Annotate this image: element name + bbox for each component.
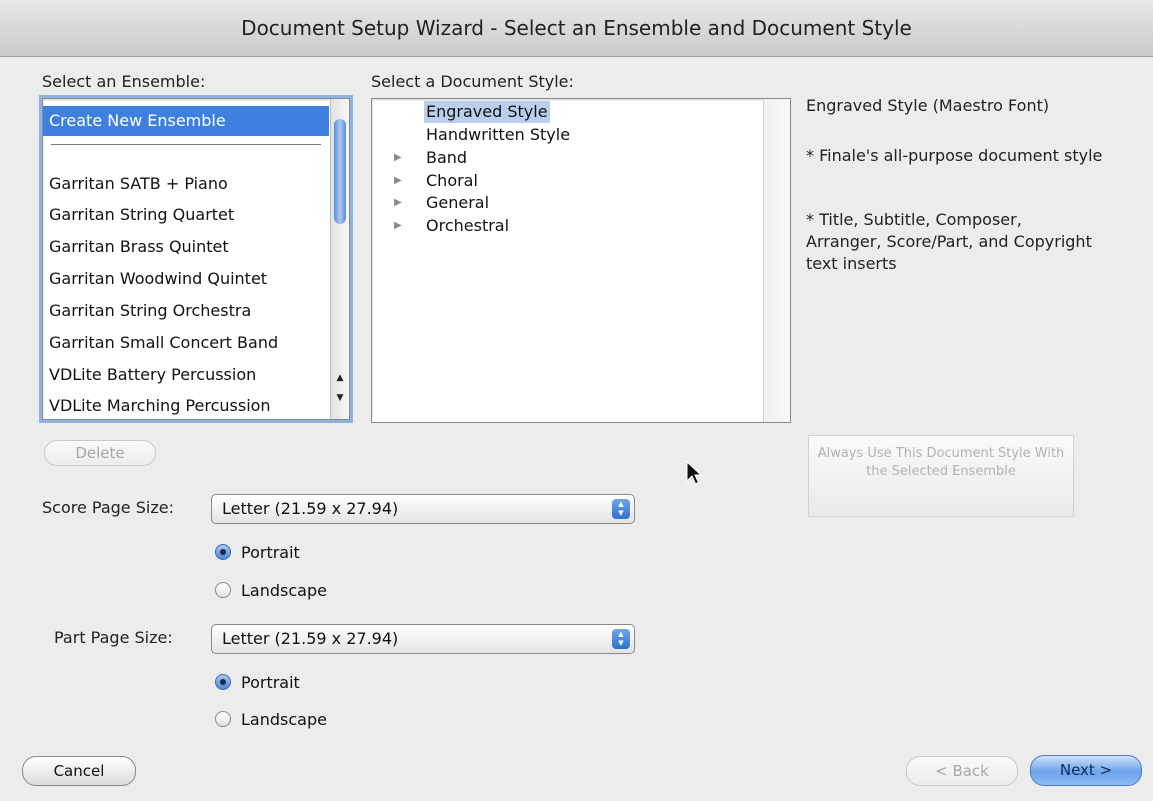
popup-stepper-icon: ▲ ▼ [612, 629, 630, 649]
delete-button[interactable]: Delete [44, 440, 156, 466]
radio-unselected-icon [215, 711, 231, 727]
popup-stepper-icon: ▲ ▼ [612, 499, 630, 519]
part-portrait-radio[interactable]: Portrait [215, 670, 300, 694]
style-item-handwritten[interactable]: Handwritten Style [426, 124, 570, 146]
window-title: Document Setup Wizard - Select an Ensemb… [0, 0, 1153, 57]
disclosure-triangle-icon[interactable]: ▶ [394, 152, 402, 163]
ensemble-scroll-thumb[interactable] [334, 119, 346, 224]
part-page-size-label: Part Page Size: [54, 628, 173, 647]
score-portrait-label: Portrait [241, 542, 300, 562]
ensemble-item[interactable]: VDLite Battery Percussion [43, 360, 329, 390]
style-folder-band[interactable]: Band [426, 147, 467, 169]
radio-selected-icon [215, 674, 231, 690]
style-folder-choral[interactable]: Choral [426, 170, 478, 192]
score-page-size-label: Score Page Size: [42, 498, 174, 517]
scroll-down-arrow-icon[interactable]: ▼ [333, 391, 347, 405]
disclosure-triangle-icon[interactable]: ▶ [394, 220, 402, 231]
style-scrollbar[interactable] [763, 99, 790, 422]
score-portrait-radio[interactable]: Portrait [215, 540, 300, 564]
style-description-line1: * Finale's all-purpose document style [806, 146, 1103, 165]
style-list[interactable]: Engraved Style Handwritten Style ▶ Band … [371, 98, 791, 423]
ensemble-separator [51, 144, 321, 145]
score-landscape-radio[interactable]: Landscape [215, 578, 327, 602]
style-folder-general[interactable]: General [426, 192, 489, 214]
ensemble-item[interactable]: Garritan String Orchestra [43, 296, 329, 326]
scroll-up-arrow-icon[interactable]: ▲ [333, 371, 347, 385]
ensemble-scrollbar[interactable]: ▲ ▼ [330, 99, 349, 419]
style-folder-orchestral[interactable]: Orchestral [426, 215, 509, 237]
disclosure-triangle-icon[interactable]: ▶ [394, 175, 402, 186]
mouse-pointer-icon [686, 461, 702, 485]
score-landscape-label: Landscape [241, 580, 327, 600]
radio-unselected-icon [215, 582, 231, 598]
ensemble-item[interactable]: Garritan Small Concert Band [43, 328, 329, 358]
style-label: Select a Document Style: [371, 72, 574, 91]
next-button[interactable]: Next > [1030, 755, 1142, 786]
ensemble-item[interactable]: Garritan String Quartet [43, 200, 329, 230]
cancel-button[interactable]: Cancel [22, 756, 136, 786]
ensemble-item[interactable]: Garritan Brass Quintet [43, 232, 329, 262]
ensemble-item[interactable]: Garritan SATB + Piano [43, 169, 329, 199]
part-landscape-radio[interactable]: Landscape [215, 707, 327, 731]
style-description-line2: * Title, Subtitle, Composer, Arranger, S… [806, 210, 1092, 273]
back-button[interactable]: < Back [906, 756, 1018, 786]
ensemble-label: Select an Ensemble: [42, 72, 206, 91]
always-use-style-button[interactable]: Always Use This Document Style With the … [808, 435, 1074, 517]
ensemble-list[interactable]: Create New Ensemble Garritan SATB + Pian… [42, 98, 350, 420]
ensemble-item[interactable]: VDLite Marching Percussion [43, 391, 329, 419]
part-landscape-label: Landscape [241, 709, 327, 729]
score-page-size-popup[interactable]: Letter (21.59 x 27.94) ▲ ▼ [211, 494, 635, 524]
disclosure-triangle-icon[interactable]: ▶ [394, 197, 402, 208]
part-page-size-value: Letter (21.59 x 27.94) [222, 629, 399, 648]
style-description-title: Engraved Style (Maestro Font) [806, 96, 1050, 115]
part-page-size-popup[interactable]: Letter (21.59 x 27.94) ▲ ▼ [211, 624, 635, 654]
ensemble-item[interactable]: Garritan Woodwind Quintet [43, 264, 329, 294]
ensemble-item-create-new[interactable]: Create New Ensemble [43, 106, 329, 136]
style-item-engraved[interactable]: Engraved Style [424, 101, 550, 123]
radio-selected-icon [215, 544, 231, 560]
score-page-size-value: Letter (21.59 x 27.94) [222, 499, 399, 518]
part-portrait-label: Portrait [241, 672, 300, 692]
